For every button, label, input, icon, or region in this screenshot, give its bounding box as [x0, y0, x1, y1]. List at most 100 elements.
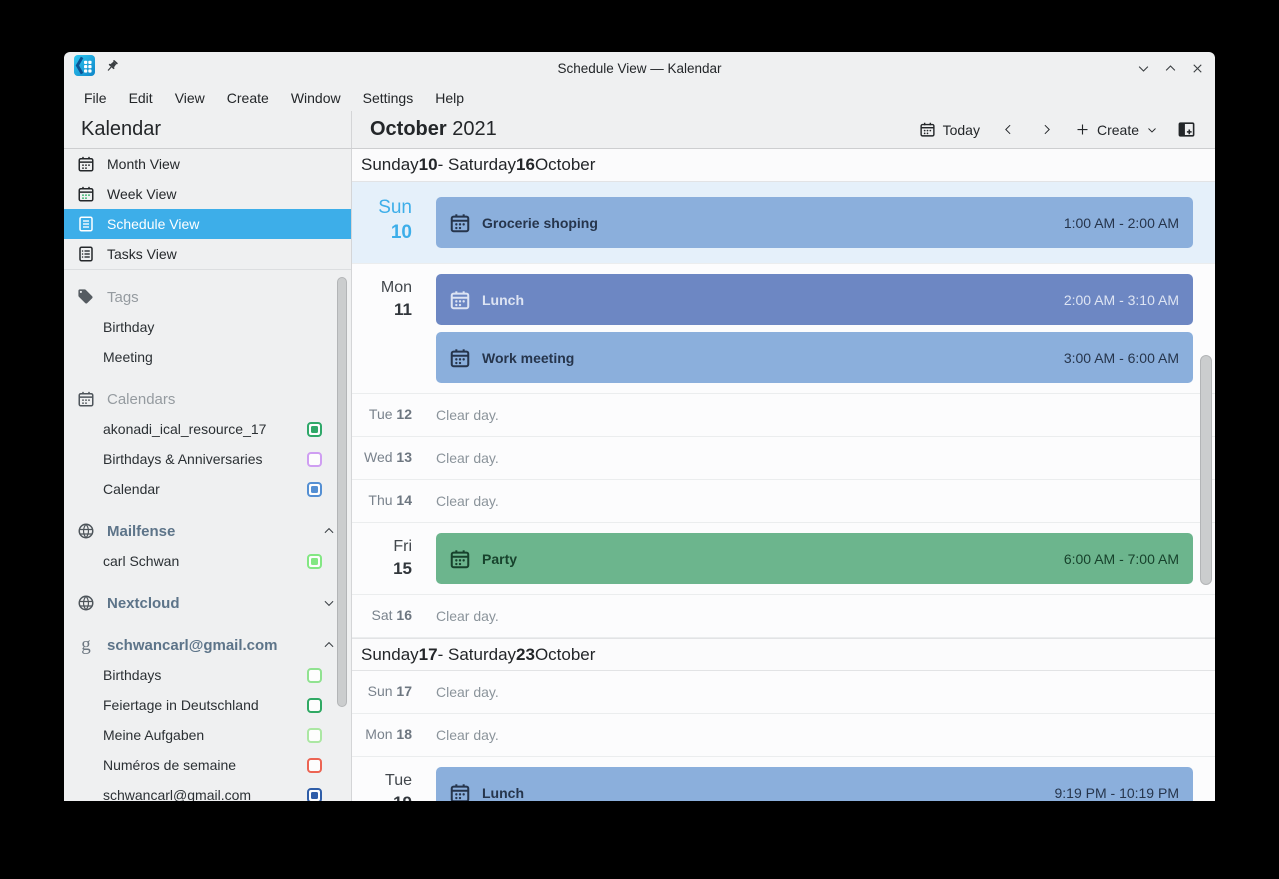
menu-item-window[interactable]: Window	[280, 87, 352, 109]
calendar-checkbox[interactable]	[307, 788, 322, 802]
sidebar-item-akonadi-ical-resource-17[interactable]: akonadi_ical_resource_17	[64, 414, 351, 444]
sidebar-item-schwancarl-gmail-com[interactable]: schwancarl@gmail.com	[64, 780, 351, 801]
sidebar-item-birthdays[interactable]: Birthdays	[64, 660, 351, 690]
calendar-checkbox[interactable]	[307, 728, 322, 743]
menu-item-edit[interactable]: Edit	[118, 87, 164, 109]
section-header-tags[interactable]: Tags	[64, 282, 351, 312]
event-title: Work meeting	[482, 350, 1053, 366]
sidebar-item-num-ros-de-semaine[interactable]: Numéros de semaine	[64, 750, 351, 780]
sidebar-item-carl-schwan[interactable]: carl Schwan	[64, 546, 351, 576]
sidebar-item-birthdays-anniversaries[interactable]: Birthdays & Anniversaries	[64, 444, 351, 474]
clear-day-text: Clear day.	[436, 407, 499, 423]
tag-icon	[77, 288, 95, 306]
section-title: schwancarl@gmail.com	[107, 637, 310, 654]
event-card[interactable]: Lunch 9:19 PM - 10:19 PM	[436, 767, 1193, 801]
sidebar-item-meine-aufgaben[interactable]: Meine Aufgaben	[64, 720, 351, 750]
next-button[interactable]	[1031, 119, 1062, 140]
day-row-sun-10: Sun 10 Grocerie shoping 1:00 AM - 2:00 A…	[352, 182, 1215, 264]
sidebar-section-mailfense: Mailfense carl Schwan	[64, 516, 351, 576]
toolbar: Today Create	[913, 116, 1215, 143]
calendar-icon	[77, 155, 95, 173]
sidebar-item-meeting[interactable]: Meeting	[64, 342, 351, 372]
item-label: Birthdays & Anniversaries	[103, 451, 307, 467]
app-icon	[74, 55, 95, 81]
item-label: Birthdays	[103, 667, 307, 683]
titlebar[interactable]: Schedule View — Kalendar	[64, 52, 1215, 84]
maximize-button[interactable]	[1163, 61, 1178, 76]
menubar: FileEditViewCreateWindowSettingsHelp	[64, 84, 1215, 111]
event-card[interactable]: Grocerie shoping 1:00 AM - 2:00 AM	[436, 197, 1193, 248]
section-header-calendars[interactable]: Calendars	[64, 384, 351, 414]
menu-item-view[interactable]: View	[164, 87, 216, 109]
calendar-checkbox[interactable]	[307, 758, 322, 773]
clear-day-text: Clear day.	[436, 727, 499, 743]
close-button[interactable]	[1190, 61, 1205, 76]
calendar-checkbox[interactable]	[307, 482, 322, 497]
event-time: 3:00 AM - 6:00 AM	[1064, 350, 1179, 366]
chevron-up-icon	[322, 638, 336, 652]
item-label: schwancarl@gmail.com	[103, 787, 307, 801]
section-header-gmail[interactable]: g schwancarl@gmail.com	[64, 630, 351, 660]
event-title: Lunch	[482, 785, 1043, 801]
view-list: Month View Week View Schedule View Tasks…	[64, 149, 351, 270]
view-label: Month View	[107, 156, 180, 172]
day-row-fri-15: Fri 15 Party 6:00 AM - 7:00 AM	[352, 523, 1215, 595]
sidebar-item-calendar[interactable]: Calendar	[64, 474, 351, 504]
globe-icon	[77, 594, 95, 612]
event-card[interactable]: Party 6:00 AM - 7:00 AM	[436, 533, 1193, 584]
minimize-button[interactable]	[1136, 61, 1151, 76]
event-time: 1:00 AM - 2:00 AM	[1064, 215, 1179, 231]
calendar-icon	[919, 121, 936, 138]
day-label: Sun 10	[352, 182, 424, 263]
event-card[interactable]: Lunch 2:00 AM - 3:10 AM	[436, 274, 1193, 325]
view-label: Week View	[107, 186, 177, 202]
sidebar-item-schedule-view[interactable]: Schedule View	[64, 209, 351, 239]
event-time: 6:00 AM - 7:00 AM	[1064, 551, 1179, 567]
section-header-nextcloud[interactable]: Nextcloud	[64, 588, 351, 618]
schedule-scrollbar[interactable]	[1200, 355, 1212, 585]
clear-day-text: Clear day.	[436, 608, 499, 624]
menu-item-help[interactable]: Help	[424, 87, 475, 109]
event-card[interactable]: Work meeting 3:00 AM - 6:00 AM	[436, 332, 1193, 383]
day-row-sun-17: Sun 17 Clear day.	[352, 671, 1215, 714]
app-name: Kalendar	[81, 118, 161, 141]
sidebar-item-feiertage-in-deutschland[interactable]: Feiertage in Deutschland	[64, 690, 351, 720]
item-label: Feiertage in Deutschland	[103, 697, 307, 713]
day-label: Sun 17	[368, 683, 412, 699]
calendar-checkbox[interactable]	[307, 668, 322, 683]
schedule-week: Sunday 17 - Saturday 23 October Sun 17 C…	[352, 638, 1215, 801]
sidebar-item-tasks-view[interactable]: Tasks View	[64, 239, 351, 269]
calendar-checkbox[interactable]	[307, 554, 322, 569]
day-label: Tue 12	[369, 406, 412, 422]
sidebar-item-week-view[interactable]: Week View	[64, 179, 351, 209]
sidebar-section-nextcloud: Nextcloud	[64, 588, 351, 618]
today-button[interactable]: Today	[913, 117, 986, 142]
chevron-down-icon	[1146, 124, 1158, 136]
calendar-checkbox[interactable]	[307, 698, 322, 713]
sidebar-scrollbar[interactable]	[337, 277, 347, 707]
calendar-checkbox[interactable]	[307, 452, 322, 467]
create-button[interactable]: Create	[1069, 118, 1164, 142]
item-label: carl Schwan	[103, 553, 307, 569]
add-pane-button[interactable]	[1171, 116, 1202, 143]
calendar-week-icon	[77, 185, 95, 203]
menu-item-settings[interactable]: Settings	[352, 87, 425, 109]
pin-icon[interactable]	[104, 58, 120, 79]
tasks-icon	[77, 245, 95, 263]
day-label: Thu 14	[368, 492, 412, 508]
event-time: 9:19 PM - 10:19 PM	[1054, 785, 1179, 801]
event-title: Lunch	[482, 292, 1053, 308]
sidebar-item-month-view[interactable]: Month View	[64, 149, 351, 179]
sidebar-section-tags: Tags Birthday Meeting	[64, 282, 351, 372]
menu-item-file[interactable]: File	[73, 87, 118, 109]
current-month-title: October 2021	[370, 118, 497, 141]
plus-icon	[1075, 122, 1090, 137]
previous-button[interactable]	[993, 119, 1024, 140]
calendar-checkbox[interactable]	[307, 422, 322, 437]
clear-day-text: Clear day.	[436, 684, 499, 700]
item-label: Numéros de semaine	[103, 757, 307, 773]
week-header: Sunday 17 - Saturday 23 October	[352, 638, 1215, 671]
menu-item-create[interactable]: Create	[216, 87, 280, 109]
section-header-mailfense[interactable]: Mailfense	[64, 516, 351, 546]
sidebar-item-birthday[interactable]: Birthday	[64, 312, 351, 342]
